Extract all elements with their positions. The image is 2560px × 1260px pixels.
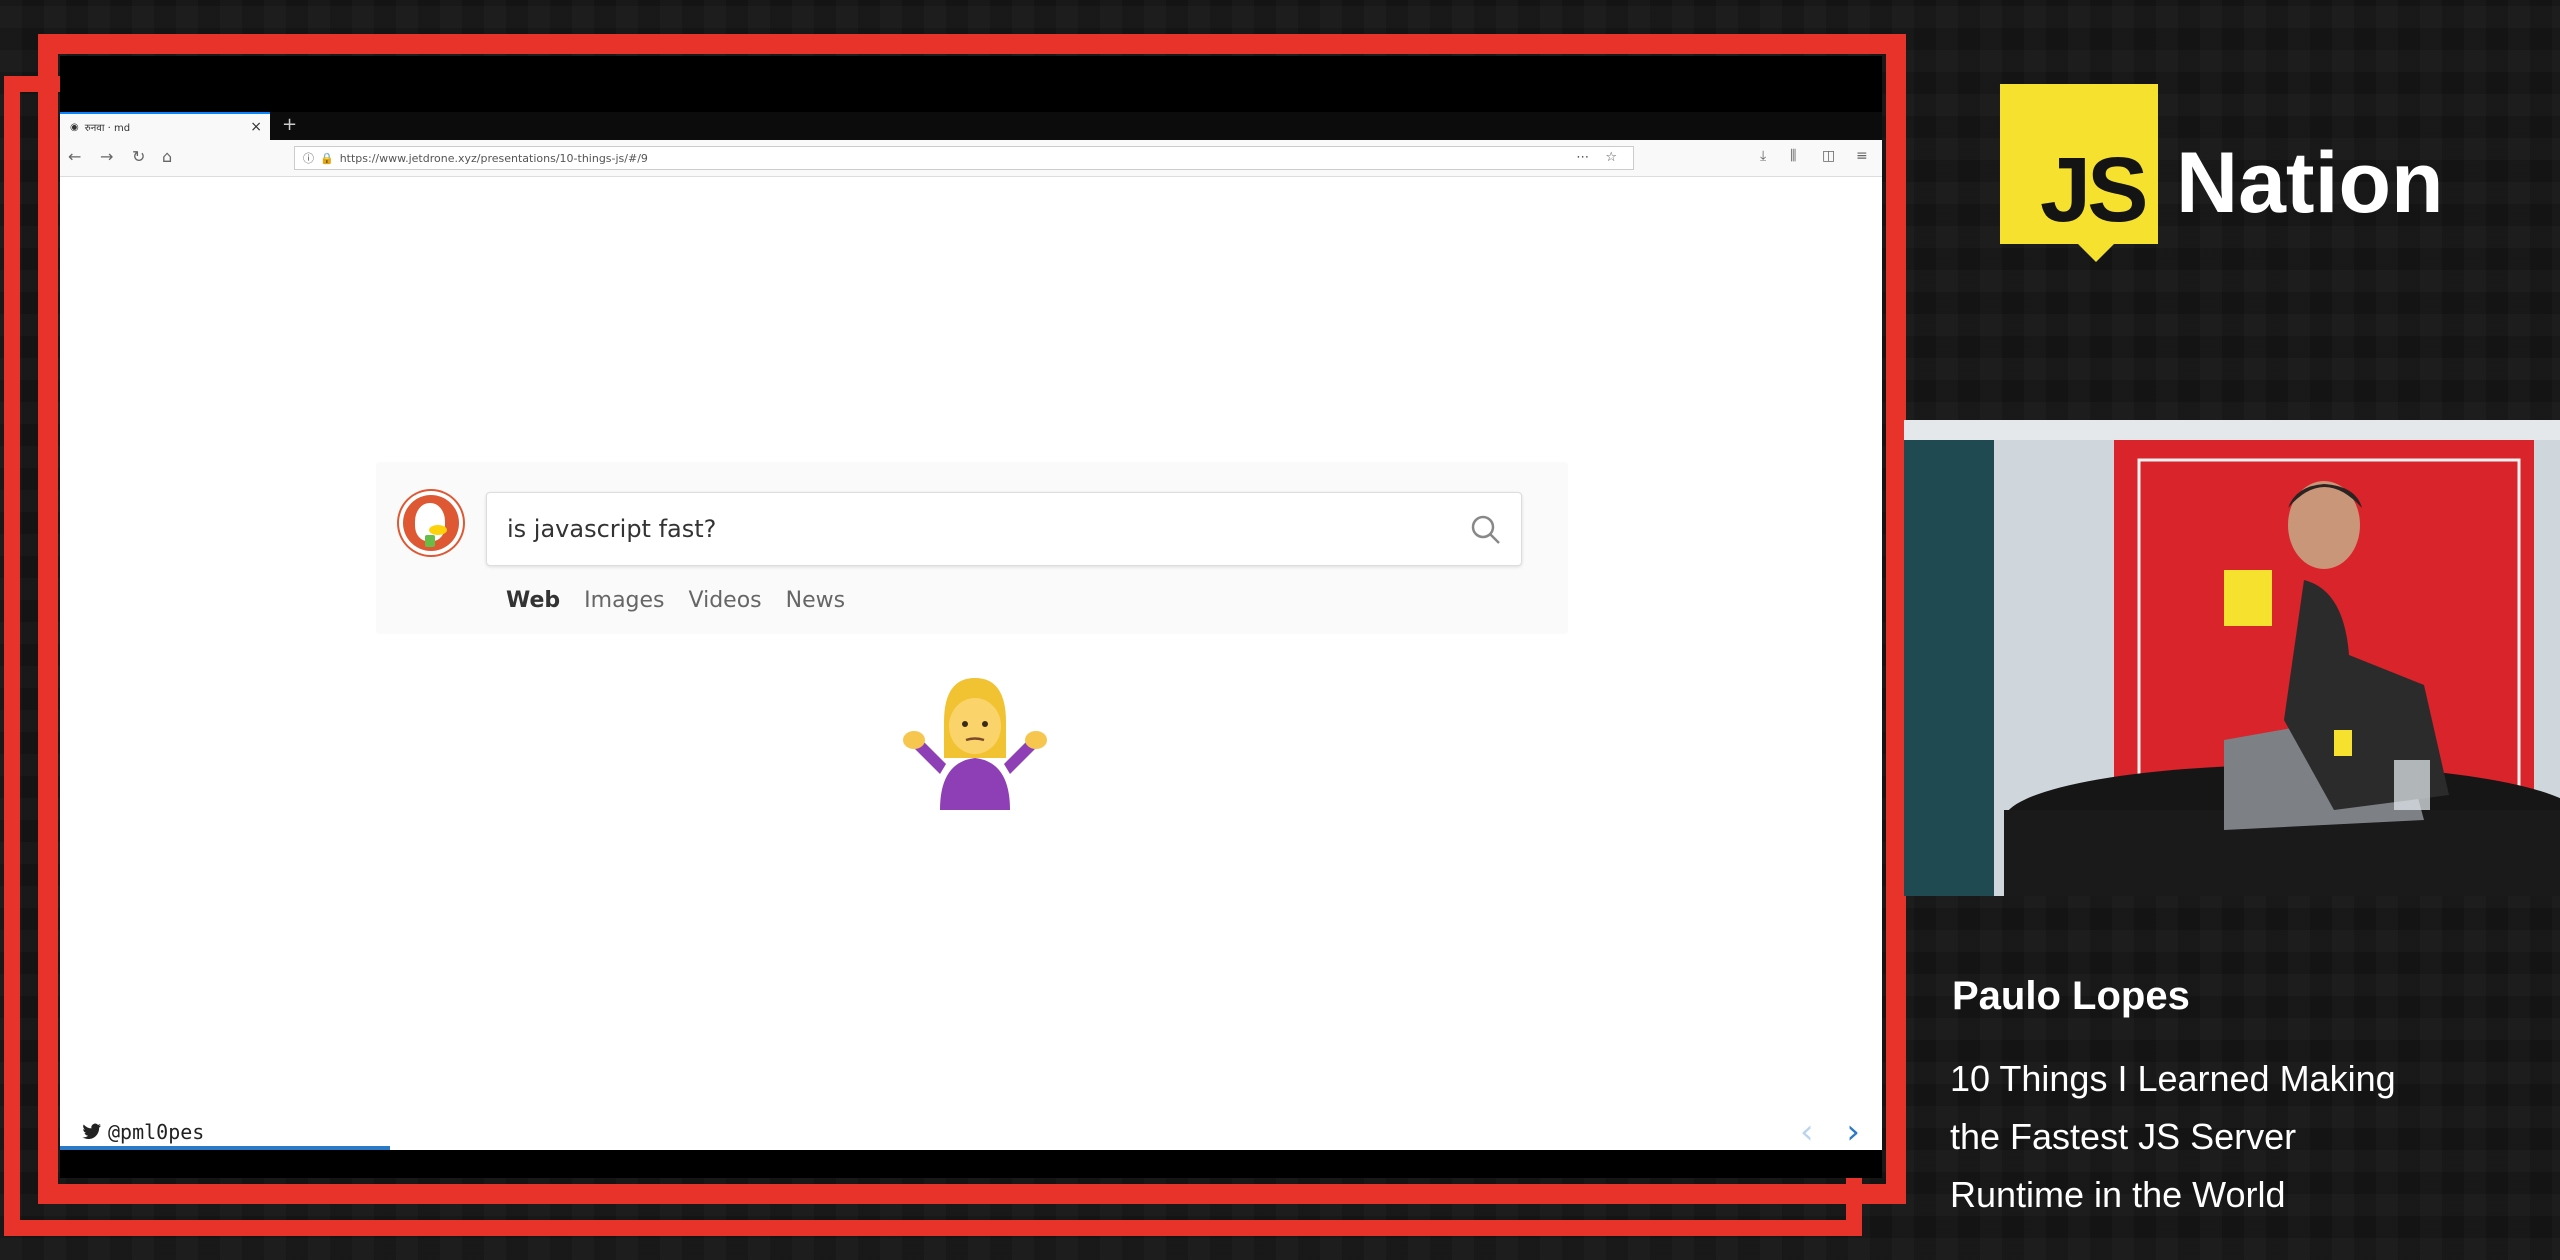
slide-navigation: ‹ ›	[1800, 1112, 1860, 1152]
close-icon[interactable]: ×	[250, 119, 262, 135]
speaker-name: Paulo Lopes	[1952, 974, 2190, 1018]
tab-videos[interactable]: Videos	[689, 588, 762, 613]
twitter-handle-text: @pml0pes	[108, 1120, 205, 1144]
twitter-handle: @pml0pes	[82, 1120, 204, 1144]
slide-progress-bar	[60, 1146, 390, 1150]
downloads-icon[interactable]: ⤓	[1760, 148, 1766, 164]
browser-tab[interactable]: ◉ रुनवा · md ×	[60, 112, 270, 140]
search-tabs: Web Images Videos News	[506, 588, 845, 613]
talk-title-line-3: Runtime in the World	[1950, 1174, 2286, 1215]
jsnation-logo-name: Nation	[2176, 135, 2444, 231]
screen-share: ◉ रुनवा · md × + ← → ↻ ⌂ ⓘ 🔒 https://www…	[60, 56, 1882, 1178]
library-icon[interactable]: ⫼	[1790, 148, 1796, 164]
search-icon[interactable]	[1469, 513, 1503, 547]
speaker-video-image	[1904, 420, 2560, 896]
back-arrow-icon[interactable]: ←	[68, 147, 81, 166]
navigation-bar: ← → ↻ ⌂ ⓘ 🔒 https://www.jetdrone.xyz/pre…	[60, 140, 1882, 177]
twitter-bird-icon	[82, 1123, 101, 1139]
menu-icon[interactable]: ≡	[1856, 148, 1868, 164]
talk-title-line-2: the Fastest JS Server	[1950, 1116, 2297, 1157]
browser-window: ◉ रुनवा · md × + ← → ↻ ⌂ ⓘ 🔒 https://www…	[60, 112, 1882, 1152]
tab-bar: ◉ रुनवा · md × +	[60, 112, 1882, 140]
home-icon[interactable]: ⌂	[162, 147, 172, 166]
url-bar[interactable]: ⓘ 🔒 https://www.jetdrone.xyz/presentatio…	[294, 146, 1634, 170]
chevron-right-icon[interactable]: ›	[1846, 1112, 1860, 1152]
reload-icon[interactable]: ↻	[132, 147, 145, 166]
jsnation-badge-icon: JS	[2000, 84, 2158, 262]
tab-news[interactable]: News	[786, 588, 845, 613]
search-query-text: is javascript fast?	[507, 515, 717, 543]
forward-arrow-icon[interactable]: →	[100, 147, 113, 166]
tab-title: रुनवा · md	[84, 123, 131, 134]
sidebar-icon[interactable]: ◫	[1822, 148, 1835, 164]
site-info-icon[interactable]: ⓘ	[303, 150, 314, 166]
search-input[interactable]: is javascript fast?	[486, 492, 1522, 566]
tab-web[interactable]: Web	[506, 588, 560, 613]
slide-page: is javascript fast? Web Images Videos Ne…	[60, 176, 1882, 1152]
chevron-left-icon[interactable]: ‹	[1800, 1112, 1814, 1152]
talk-title-line-1: 10 Things I Learned Making	[1950, 1058, 2396, 1099]
jsnation-logo-js: JS	[2040, 139, 2149, 241]
duckduckgo-logo-icon[interactable]	[399, 491, 463, 555]
speaker-camera-feed	[1904, 420, 2560, 896]
lock-icon: 🔒	[320, 151, 334, 165]
shrugging-woman-emoji-icon	[903, 678, 1047, 810]
url-text: https://www.jetdrone.xyz/presentations/1…	[339, 151, 648, 165]
tab-favicon-icon: ◉	[70, 121, 79, 133]
url-actions-icons[interactable]: ⋯ ☆	[1576, 150, 1623, 165]
tab-images[interactable]: Images	[584, 588, 664, 613]
search-panel: is javascript fast? Web Images Videos Ne…	[376, 462, 1568, 634]
new-tab-plus-icon[interactable]: +	[282, 114, 297, 135]
